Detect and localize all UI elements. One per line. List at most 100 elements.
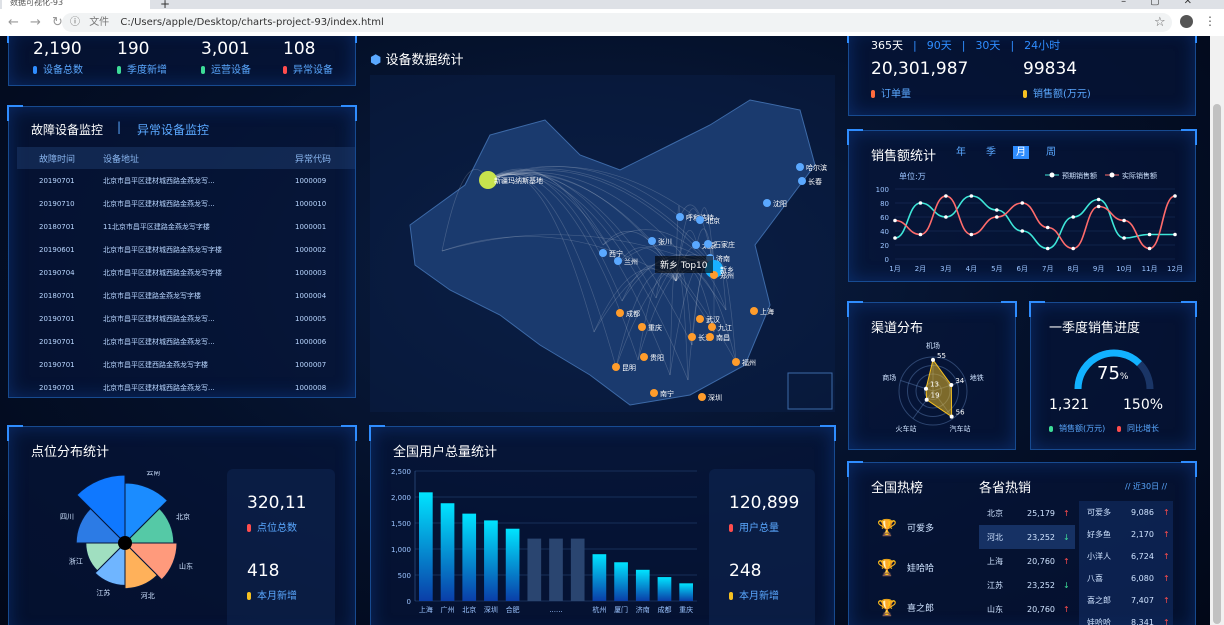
table-row[interactable]: 20190701 北京市昌平区建材城西路金燕龙写... 1000008 [17, 376, 355, 399]
sales-tab[interactable]: 年 [953, 146, 969, 159]
panel-title: 全国热榜 [871, 481, 924, 496]
province-row[interactable]: 北京 25,179 ↑ [979, 501, 1075, 525]
stat-dot-icon [33, 66, 37, 74]
address-bar[interactable]: ⓘ 文件 C:/Users/apple/Desktop/charts-proje… [62, 13, 1172, 32]
panel-title: 全国用户总量统计 [393, 445, 498, 460]
browser-tab[interactable]: 数据可视化-93 [2, 0, 150, 9]
stat-number: 3,001 [201, 39, 250, 59]
menu-icon[interactable]: ⋮ [1204, 14, 1216, 28]
table-row[interactable]: 20190710 北京市昌平区建材城西路金燕龙写... 1000010 [17, 192, 355, 215]
period-tab[interactable]: 30天 [975, 39, 1000, 52]
table-row[interactable]: 20190701 北京市昌平区建西路金燕龙写字楼 1000007 [17, 353, 355, 376]
back-icon[interactable]: ← [8, 15, 22, 30]
stat-number: 2,190 [33, 39, 82, 59]
window-controls[interactable]: –▢✕ [1121, 0, 1216, 7]
rose-pie-chart: 云南北京山东河北江苏浙江四川湖北 [60, 471, 193, 600]
table-cell: 北京市昌平区建材城西路金燕龙写... [103, 383, 215, 392]
account-avatar-icon[interactable] [1180, 15, 1193, 28]
period-tab[interactable]: 24小时 [1024, 39, 1060, 52]
scrollbar[interactable] [1210, 36, 1224, 625]
map-panel: ⬢ 设备数据统计 新疆玛纳斯基地呼和浩特北京哈尔滨长春沈阳张川太原石家庄济南西宁… [370, 53, 835, 412]
bar [419, 492, 433, 601]
radar-value: 13 [930, 381, 939, 389]
radar-label: 商场 [882, 373, 896, 382]
table-row[interactable]: 20190704 北京市昌平区建材城西路金燕龙写字楼 1000003 [17, 261, 355, 284]
tab-fault-monitor[interactable]: 故障设备监控 [31, 121, 103, 138]
legend-dot [1109, 172, 1115, 178]
info-icon[interactable]: ⓘ [70, 17, 80, 28]
product-row[interactable]: 小洋人 6,724 ↑ [1079, 545, 1173, 567]
data-point [944, 194, 948, 198]
y-tick-label: 80 [880, 200, 889, 208]
period-tab[interactable]: 90天 [927, 39, 952, 52]
x-tick-label: 深圳 [484, 605, 498, 614]
city-label: 新疆玛纳斯基地 [494, 176, 543, 185]
table-row[interactable]: 20190701 北京市昌平区建材城西路金燕龙写... 1000005 [17, 307, 355, 330]
sales-tab[interactable]: 季 [983, 146, 999, 159]
product-value: 6,724 [1131, 551, 1154, 561]
rank-item[interactable]: 🏆 喜之郎 [877, 587, 934, 625]
table-cell: 20190710 [39, 199, 75, 208]
forward-icon[interactable]: → [30, 15, 44, 30]
table-cell: 1000004 [295, 291, 327, 300]
x-tick-label: 7月 [1042, 265, 1053, 273]
arrow-down-icon: ↓ [1063, 580, 1070, 590]
province-name: 山东 [987, 604, 1003, 614]
product-row[interactable]: 可爱多 9,086 ↑ [1079, 501, 1173, 523]
product-row[interactable]: 好多鱼 2,170 ↑ [1079, 523, 1173, 545]
stat-dot-icon [283, 66, 287, 74]
data-point [1020, 201, 1025, 205]
province-name: 江苏 [987, 580, 1003, 590]
table-row[interactable]: 20190701 北京市昌平区建材城西路金燕龙写... 1000006 [17, 330, 355, 353]
slice-label: 北京 [176, 512, 190, 521]
sales-line-panel: 销售额统计 年季月周 单位:万 预期销售额 实际销售额 0 20 40 60 80 100 1月 2… [847, 129, 1197, 282]
data-point [995, 208, 999, 212]
table-row[interactable]: 20190601 北京市昌平区建材城西路金燕龙写字楼 1000002 [17, 238, 355, 261]
radar-label: 汽车站 [950, 424, 971, 433]
product-row[interactable]: 八喜 6,080 ↑ [1079, 567, 1173, 589]
sales-tab[interactable]: 月 [1013, 146, 1029, 159]
sales-tab[interactable]: 周 [1043, 146, 1059, 159]
china-map[interactable]: 新疆玛纳斯基地呼和浩特北京哈尔滨长春沈阳张川太原石家庄济南西宁兰州新乡郑州上海成… [370, 75, 835, 412]
province-name: 上海 [987, 556, 1003, 566]
unit-label: 单位:万 [899, 171, 926, 181]
period-tab[interactable]: 365天 [871, 39, 903, 52]
top-rank-list: 🏆 可爱多 🏆 娃哈哈 🏆 喜之郎 [877, 507, 934, 625]
city-marker [688, 333, 696, 341]
table-row[interactable]: 20180701 11北京市昌平区建路金燕龙写字楼 1000001 [17, 215, 355, 238]
overview-panel: 2,190 设备总数 190 季度新增 3,001 运营设备 108 异常设备 [7, 36, 357, 86]
bookmark-star-icon[interactable]: ☆ [1154, 15, 1166, 30]
data-point [1173, 232, 1177, 237]
province-row[interactable]: 河北 23,252 ↓ [979, 525, 1075, 549]
point-total-num: 320,11 [247, 493, 307, 513]
bar [462, 513, 477, 601]
province-row[interactable]: 江苏 23,252 ↓ [979, 573, 1075, 597]
product-name: 可爱多 [1087, 507, 1111, 517]
arrow-down-icon: ↓ [1063, 532, 1070, 542]
table-cell: 北京市昌平区建材城西路金燕龙写字楼 [103, 245, 222, 254]
table-cell: 北京市昌平区建材城西路金燕龙写... [103, 199, 215, 208]
rank-item[interactable]: 🏆 娃哈哈 [877, 547, 934, 587]
table-row[interactable]: 20180701 北京市昌平区建路金燕龙写字楼 1000004 [17, 284, 355, 307]
panel-title: 点位分布统计 [31, 445, 110, 460]
orders-num: 20,301,987 [871, 59, 969, 79]
province-row[interactable]: 上海 20,760 ↑ [979, 549, 1075, 573]
y-tick-label: 100 [876, 186, 889, 194]
channel-panel: 渠道分布 机场 地铁 汽车站 火车站 商场 55 34 56 19 13 [847, 301, 1017, 450]
city-marker [798, 177, 806, 185]
arrow-up-icon: ↑ [1163, 507, 1170, 517]
url-text[interactable]: C:/Users/apple/Desktop/charts-project-93… [120, 17, 383, 28]
table-row[interactable]: 20190701 北京市昌平区建材城西路金燕龙写... 1000009 [17, 169, 355, 192]
legend-label: 实际销售额 [1122, 171, 1157, 180]
legend-dot [1049, 172, 1055, 178]
quarter-sales-label: 销售额(万元) [1049, 423, 1105, 434]
rank-item[interactable]: 🏆 可爱多 [877, 507, 934, 547]
table-cell: 北京市昌平区建西路金燕龙写字楼 [103, 360, 208, 369]
scrollbar-thumb[interactable] [1213, 104, 1221, 624]
tab-abnormal-monitor[interactable]: 异常设备监控 [137, 121, 209, 138]
radar-label: 火车站 [895, 424, 916, 433]
product-row[interactable]: 娃哈哈 8,341 ↑ [1079, 611, 1173, 625]
product-row[interactable]: 喜之郎 7,407 ↑ [1079, 589, 1173, 611]
province-row[interactable]: 山东 20,760 ↑ [979, 597, 1075, 621]
stat-number: 108 [283, 39, 316, 59]
